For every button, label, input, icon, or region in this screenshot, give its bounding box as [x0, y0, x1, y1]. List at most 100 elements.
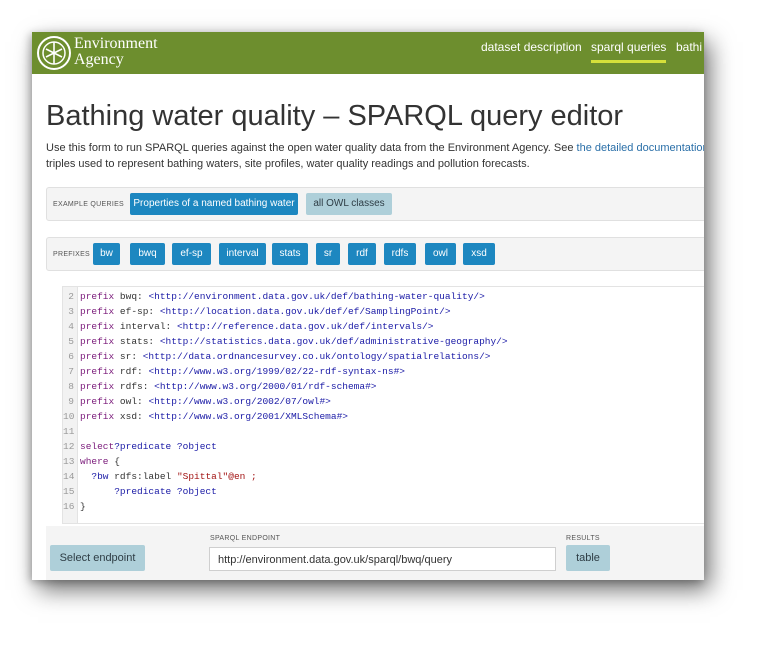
code-prefix-name: sr:	[114, 351, 143, 362]
line-number: 16	[63, 501, 75, 512]
example-query-named-bathing-water-button[interactable]: Properties of a named bathing water	[130, 193, 298, 215]
prefix-bw-button[interactable]: bw	[93, 243, 120, 265]
code-string-literal: "Spittal"@en ;	[176, 471, 257, 482]
select-endpoint-button[interactable]: Select endpoint	[50, 545, 145, 571]
code-keyword: prefix	[80, 321, 115, 332]
line-number: 14	[63, 471, 75, 482]
code-line: 2 prefix bwq: <http://environment.data.go…	[63, 289, 485, 304]
code-uri: <http://www.w3.org/1999/02/22-rdf-syntax…	[148, 366, 405, 377]
code-line: 10 prefix xsd: <http://www.w3.org/2001/XM…	[63, 409, 348, 424]
code-predicate: rdfs:label	[108, 471, 177, 482]
code-prefix-name: owl:	[114, 396, 149, 407]
code-line: 8 prefix rdfs: <http://www.w3.org/2000/01…	[63, 379, 376, 394]
sparql-query-editor[interactable]: 2 prefix bwq: <http://environment.data.go…	[62, 286, 704, 524]
code-prefix-name: rdf:	[114, 366, 149, 377]
example-queries-panel: EXAMPLE QUERIES Properties of a named ba…	[46, 187, 704, 221]
code-keyword: select	[80, 441, 115, 452]
code-line: 15 ?predicate ?object	[63, 484, 217, 499]
line-number: 10	[63, 411, 75, 422]
code-line: 5 prefix stats: <http://statistics.data.g…	[63, 334, 508, 349]
code-line: 7 prefix rdf: <http://www.w3.org/1999/02/…	[63, 364, 405, 379]
code-line: 9 prefix owl: <http://www.w3.org/2002/07/…	[63, 394, 331, 409]
line-number: 11	[63, 426, 75, 437]
line-number: 15	[63, 486, 75, 497]
intro-text-line2: triples used to represent bathing waters…	[46, 157, 530, 170]
sparql-endpoint-input[interactable]: http://environment.data.gov.uk/sparql/bw…	[209, 547, 556, 571]
code-keyword: prefix	[80, 336, 115, 347]
prefix-sr-button[interactable]: sr	[316, 243, 340, 265]
line-number: 12	[63, 441, 75, 452]
code-variables: ?predicate ?object	[114, 486, 217, 497]
brand-name[interactable]: Environment Agency	[74, 36, 158, 68]
code-uri: <http://www.w3.org/2002/07/owl#>	[148, 396, 331, 407]
prefixes-panel: PREFIXES bw bwq ef-sp interval stats sr …	[46, 237, 704, 271]
intro-text-part1: Use this form to run SPARQL queries agai…	[46, 142, 577, 154]
line-number: 3	[68, 306, 74, 317]
prefix-interval-button[interactable]: interval	[219, 243, 266, 265]
code-prefix-name: bwq:	[114, 291, 149, 302]
prefix-rdfs-button[interactable]: rdfs	[384, 243, 416, 265]
code-brace: }	[80, 501, 86, 512]
example-query-owl-classes-button[interactable]: all OWL classes	[306, 193, 392, 215]
code-uri: <http://location.data.gov.uk/def/ef/Samp…	[159, 306, 451, 317]
code-line: 12 select?predicate ?object	[63, 439, 217, 454]
prefix-rdf-button[interactable]: rdf	[348, 243, 376, 265]
code-line: 3 prefix ef-sp: <http://location.data.gov…	[63, 304, 451, 319]
code-prefix-name: ef-sp:	[114, 306, 160, 317]
line-number: 7	[68, 366, 74, 377]
line-number: 13	[63, 456, 75, 467]
brand-line2: Agency	[74, 51, 124, 68]
line-number: 9	[68, 396, 74, 407]
code-subject-variable: ?bw	[80, 471, 109, 482]
code-keyword: prefix	[80, 381, 115, 392]
code-keyword: prefix	[80, 291, 115, 302]
results-label: RESULTS	[566, 535, 600, 542]
prefix-owl-button[interactable]: owl	[425, 243, 456, 265]
line-number: 4	[68, 321, 74, 332]
code-uri: <http://data.ordnancesurvey.co.uk/ontolo…	[142, 351, 491, 362]
code-line: 13 where {	[63, 454, 120, 469]
results-format-table-button[interactable]: table	[566, 545, 610, 571]
prefixes-label: PREFIXES	[53, 251, 91, 258]
prefix-bwq-button[interactable]: bwq	[130, 243, 165, 265]
line-number: 6	[68, 351, 74, 362]
code-prefix-name: xsd:	[114, 411, 149, 422]
code-line: 4 prefix interval: <http://reference.data…	[63, 319, 433, 334]
code-line: 16}	[63, 499, 86, 514]
code-uri: <http://reference.data.gov.uk/def/interv…	[176, 321, 434, 332]
code-keyword: prefix	[80, 306, 115, 317]
prefix-xsd-button[interactable]: xsd	[463, 243, 495, 265]
code-keyword: prefix	[80, 396, 115, 407]
code-keyword: prefix	[80, 366, 115, 377]
nav-sparql-queries[interactable]: sparql queries	[591, 40, 667, 63]
code-brace: {	[108, 456, 120, 467]
nav-bathing[interactable]: bathi	[676, 40, 702, 54]
code-keyword: prefix	[80, 351, 115, 362]
line-number: 5	[68, 336, 74, 347]
sparql-endpoint-label: SPARQL ENDPOINT	[210, 535, 281, 542]
prefix-stats-button[interactable]: stats	[272, 243, 308, 265]
code-variables: ?predicate ?object	[114, 441, 217, 452]
code-keyword: where	[80, 456, 109, 467]
prefix-ef-sp-button[interactable]: ef-sp	[172, 243, 211, 265]
code-line: 11	[63, 424, 80, 439]
code-keyword: prefix	[80, 411, 115, 422]
code-line: 6 prefix sr: <http://data.ordnancesurvey.…	[63, 349, 491, 364]
code-prefix-name: rdfs:	[114, 381, 155, 392]
code-prefix-name: stats:	[114, 336, 160, 347]
line-number: 2	[68, 291, 74, 302]
code-uri: <http://environment.data.gov.uk/def/bath…	[148, 291, 485, 302]
browser-screenshot: Environment Agency dataset description s…	[32, 32, 704, 580]
nav-dataset-description[interactable]: dataset description	[481, 40, 582, 54]
top-navigation-bar: Environment Agency dataset description s…	[32, 32, 704, 74]
documentation-link[interactable]: the detailed documentation	[577, 142, 704, 154]
code-uri: <http://statistics.data.gov.uk/def/admin…	[159, 336, 508, 347]
environment-agency-logo-icon	[37, 36, 71, 70]
intro-text: Use this form to run SPARQL queries agai…	[46, 141, 704, 172]
code-uri: <http://www.w3.org/2001/XMLSchema#>	[148, 411, 348, 422]
brand-line1: Environment	[74, 35, 158, 52]
code-line: 14 ?bw rdfs:label "Spittal"@en ;	[63, 469, 257, 484]
line-number: 8	[68, 381, 74, 392]
code-uri: <http://www.w3.org/2000/01/rdf-schema#>	[154, 381, 377, 392]
